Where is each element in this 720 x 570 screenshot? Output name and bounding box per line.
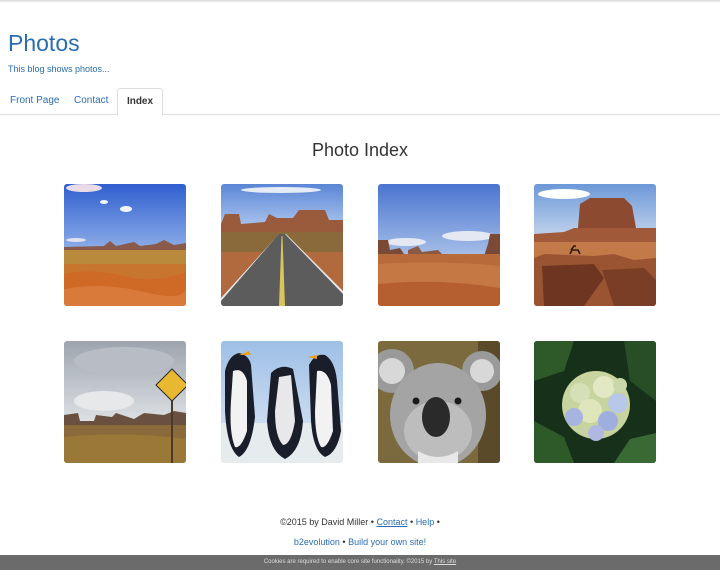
tab-contact[interactable]: Contact: [64, 88, 118, 115]
footer-b2evolution-link[interactable]: b2evolution: [294, 537, 340, 547]
footer-separator: •: [436, 517, 440, 527]
photo-thumb-koala[interactable]: [378, 341, 500, 463]
footer-powered-by: b2evolution • Build your own site!: [0, 537, 720, 547]
page-title: Photo Index: [311, 140, 409, 160]
footer-separator: •: [410, 517, 414, 527]
site-title[interactable]: Photos: [8, 30, 80, 57]
tab-index[interactable]: Index: [117, 88, 163, 116]
photo-thumb-horse-rider-cliff[interactable]: [534, 184, 656, 306]
desert-valley-image: [378, 184, 500, 306]
footer-help-link[interactable]: Help: [416, 517, 435, 527]
cookie-notice-bar: Cookies are required to enable core site…: [0, 555, 720, 570]
footer-copyright: ©2015 by David Miller •: [280, 517, 374, 527]
nav-tabs: Front Page Contact Index: [0, 88, 720, 116]
footer-separator: •: [342, 537, 346, 547]
photo-thumb-desert-landscape[interactable]: [64, 184, 186, 306]
photo-thumb-penguins[interactable]: [221, 341, 343, 463]
top-shadow: [0, 0, 720, 3]
road-sign-cloudy-image: [64, 341, 186, 463]
footer-contact-link[interactable]: Contact: [376, 517, 407, 527]
horse-rider-cliff-image: [534, 184, 656, 306]
desert-road-image: [221, 184, 343, 306]
footer-build-site-link[interactable]: Build your own site!: [348, 537, 426, 547]
site-tagline: This blog shows photos...: [8, 64, 110, 74]
photo-thumb-road-sign[interactable]: [64, 341, 186, 463]
cookie-notice-link[interactable]: This site: [434, 559, 456, 565]
photo-thumb-desert-road[interactable]: [221, 184, 343, 306]
hydrangea-flower-image: [534, 341, 656, 463]
tab-front-page[interactable]: Front Page: [0, 88, 69, 115]
cookie-notice-text: Cookies are required to enable core site…: [263, 559, 433, 565]
footer-credits: ©2015 by David Miller • Contact • Help •: [0, 517, 720, 527]
koala-image: [378, 341, 500, 463]
desert-landscape-image: [64, 184, 186, 306]
penguins-image: [221, 341, 343, 463]
photo-thumb-desert-valley[interactable]: [378, 184, 500, 306]
photo-thumb-hydrangea[interactable]: [534, 341, 656, 463]
